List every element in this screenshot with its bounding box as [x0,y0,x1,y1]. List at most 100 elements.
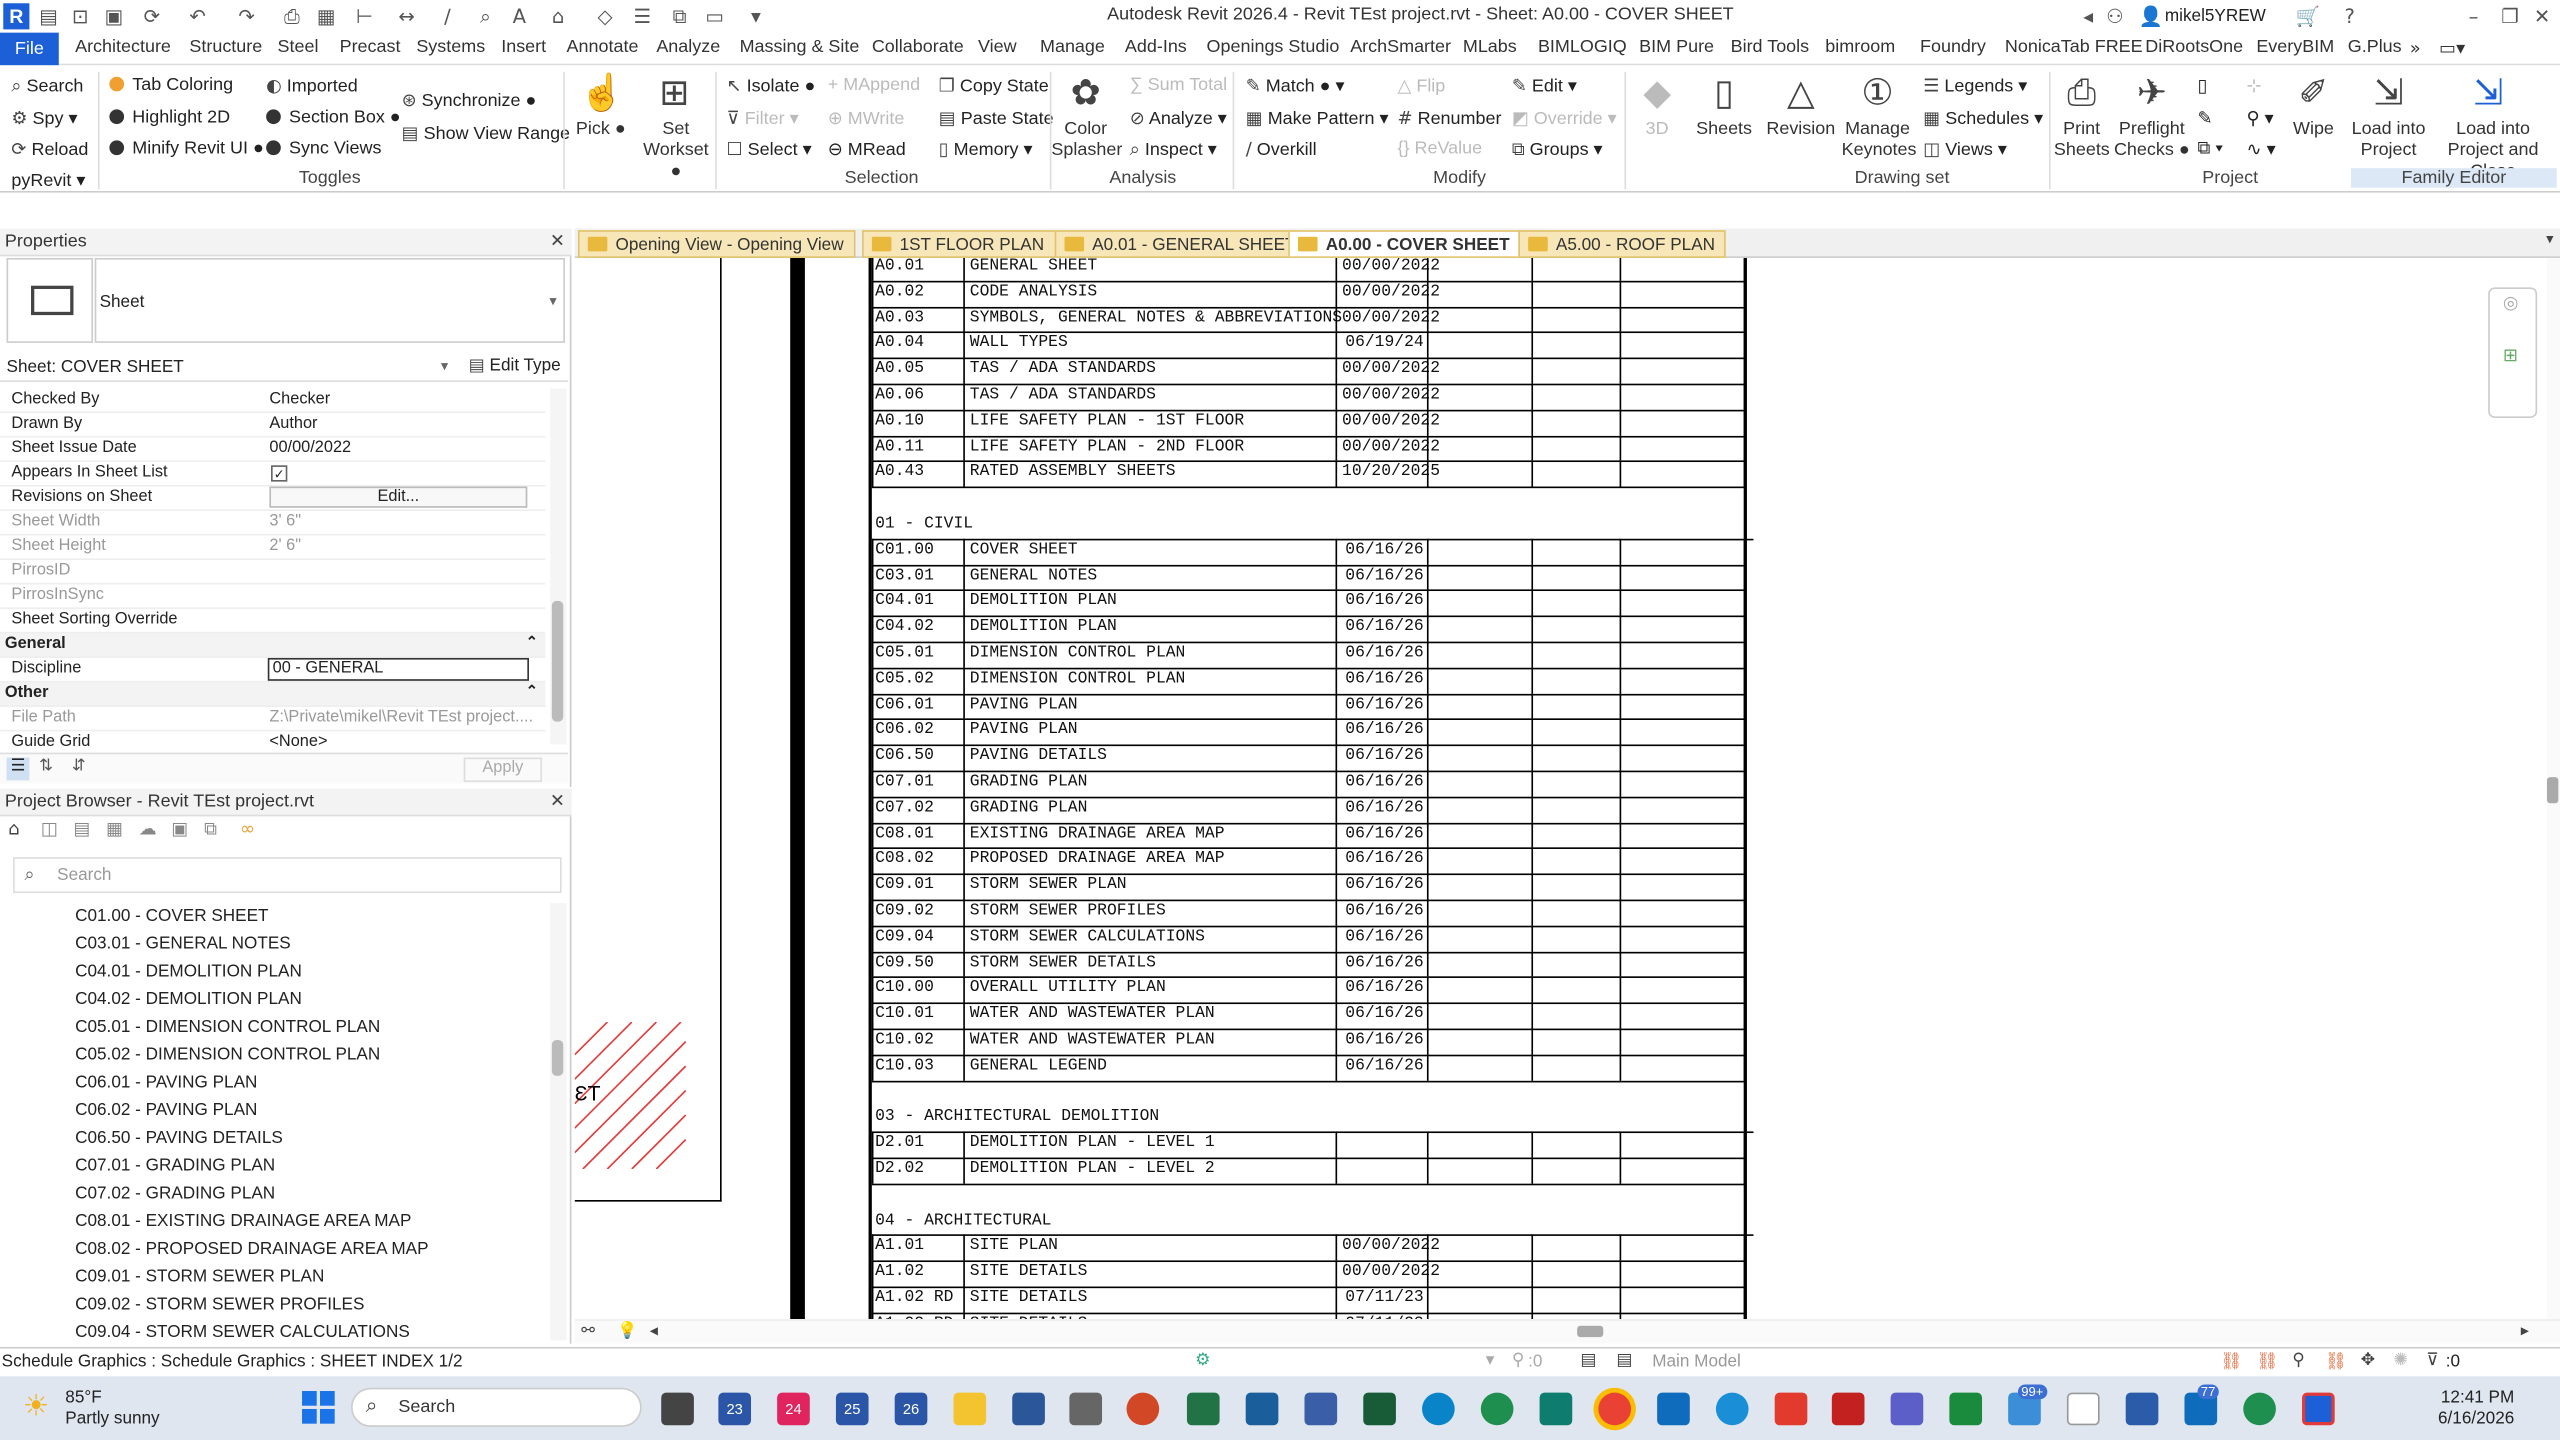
file-explorer-icon[interactable] [953,1392,987,1426]
customize-qat-icon[interactable]: ▾ [751,5,761,28]
browser-sheet-item[interactable]: C09.02 - STORM SEWER PROFILES [75,1295,364,1315]
preflight-checks-button[interactable]: Preflight Checks ● [2113,119,2191,161]
tab-steel[interactable]: Steel [278,38,319,58]
color-splasher-icon[interactable]: ✿ [1063,72,1109,114]
tab-massing-site[interactable]: Massing & Site [740,38,860,58]
left-arrow-icon[interactable]: ◂ [2083,5,2093,28]
start-icon[interactable] [302,1391,335,1424]
app-icon[interactable] [1774,1392,1808,1426]
property-row[interactable]: Drawn By Author [0,413,546,438]
tab-file[interactable]: File [0,32,59,66]
table-row[interactable]: C05.01 DIMENSION CONTROL PLAN 06/16/26 [871,641,1746,670]
sum-total-button[interactable]: ∑ Sum Total [1130,75,1227,95]
small-tool-2-icon[interactable]: ✎ [2198,108,2213,129]
tab-nonicatab[interactable]: NonicaTab FREE [2005,38,2143,58]
mread-button[interactable]: ⊖ MRead [828,139,906,160]
app-icon[interactable] [1831,1392,1865,1426]
color-splasher-button[interactable]: Color Splasher [1051,119,1122,161]
worksets-icon[interactable]: ▤ [1580,1350,1596,1370]
view-cube-icon[interactable]: ◇ [598,5,613,28]
browser-sheet-item[interactable]: C06.02 - PAVING PLAN [75,1100,257,1120]
taskbar-search[interactable]: ⌕ Search [351,1387,642,1427]
measure-icon[interactable]: ⊢ [356,5,373,28]
section-box-toggle[interactable]: Section Box ● [266,108,401,127]
tab-insert[interactable]: Insert [501,38,546,58]
close-icon[interactable]: ✕ [550,230,565,251]
wipe-icon[interactable]: ✐ [2292,72,2334,114]
keynotes-icon[interactable]: ① [1856,72,1898,114]
excel-icon[interactable] [1186,1392,1220,1426]
canvas-v-scrollbar[interactable] [2546,257,2560,1320]
browser-search[interactable]: ⌕ Search [13,857,562,894]
collapse-icon[interactable]: ⌃ [526,682,538,700]
tab-openings-studio[interactable]: Openings Studio [1207,38,1340,58]
tab-precast[interactable]: Precast [340,38,401,58]
browser-sheet-item[interactable]: C05.01 - DIMENSION CONTROL PLAN [75,1017,380,1037]
pdf-icon[interactable]: ▦ [317,5,336,28]
table-row[interactable]: A0.02 CODE ANALYSIS 00/00/2022 [871,280,1746,308]
tab-annotate[interactable]: Annotate [567,38,639,58]
help-icon[interactable]: ? [2344,5,2354,28]
app-icon[interactable] [2243,1392,2276,1426]
browser-scrollbar[interactable] [550,902,567,1341]
override-button[interactable]: ◩ Override ▾ [1512,108,1617,129]
load-into-project-button[interactable]: Load into Project [2348,119,2430,161]
table-row[interactable]: C04.01 DEMOLITION PLAN 06/16/26 [871,590,1746,618]
property-row[interactable]: PirrosInSync [0,584,546,609]
canvas-h-scrollbar[interactable]: ⚯ 💡 ◂ ▸ [574,1319,2560,1344]
property-value[interactable]: <None> [269,733,327,751]
app-icon[interactable] [1539,1392,1573,1426]
instance-filter[interactable]: Sheet: COVER SHEET ▾ ▤ Edit Type [0,353,569,383]
clock-date[interactable]: 6/16/2026 [2426,1409,2514,1429]
tab-bimlogiq[interactable]: BIMLOGIQ [1538,38,1627,58]
browser-sheet-item[interactable]: C09.04 - STORM SEWER CALCULATIONS [75,1322,410,1342]
table-row[interactable]: C10.03 GENERAL LEGEND 06/16/26 [871,1054,1746,1082]
right-arrow-icon[interactable]: ▸ [2521,1322,2529,1340]
tab-foundry[interactable]: Foundry [1920,38,1986,58]
properties-scrollbar[interactable] [550,388,567,745]
mappend-button[interactable]: + MAppend [828,75,920,95]
table-row[interactable]: C10.00 OVERALL UTILITY PLAN 06/16/26 [871,976,1746,1005]
browser-sheet-item[interactable]: C09.01 - STORM SEWER PLAN [75,1267,324,1287]
property-row[interactable]: Checked By Checker [0,389,546,414]
calendar-app-icon[interactable]: 26 [894,1392,928,1426]
analyze-button[interactable]: ⊘ Analyze ▾ [1130,108,1227,129]
appears-in-sheet-list-checkbox[interactable]: ✓ [271,465,288,482]
weather-temp[interactable]: 85°F [65,1388,101,1408]
tab-mlabs[interactable]: MLabs [1463,38,1517,58]
table-row[interactable]: A0.03 SYMBOLS, GENERAL NOTES & ABBREVIATI… [871,306,1746,334]
search-button[interactable]: ⌕ Search [11,75,83,98]
tab-add-ins[interactable]: Add-Ins [1125,38,1187,58]
small-tool-5-icon[interactable]: ⚲ ▾ [2247,108,2274,129]
close-icon[interactable]: ✕ [2534,5,2550,28]
property-value[interactable]: 00 - GENERAL [267,657,529,681]
flip-button[interactable]: △ Flip [1398,75,1446,97]
browser-sheet-item[interactable]: C06.50 - PAVING DETAILS [75,1128,283,1148]
sort-az-icon[interactable]: ⇅ [39,758,53,776]
mwrite-button[interactable]: ⊕ MWrite [828,108,905,129]
table-row[interactable]: C04.02 DEMOLITION PLAN 06/16/26 [871,615,1746,644]
tab-manage[interactable]: Manage [1040,38,1105,58]
calendar-app-icon[interactable]: 25 [835,1392,869,1426]
browser-sheet-item[interactable]: C04.02 - DEMOLITION PLAN [75,989,302,1009]
design-options-icon[interactable]: ⚙ [1195,1350,1210,1370]
property-row[interactable]: File Path Z:\Private\mikel\Revit TEst pro… [0,707,546,732]
synchronize-button[interactable]: ⊛ Synchronize ● [402,90,537,111]
browser-sheet-item[interactable]: C07.02 - GRADING PLAN [75,1184,275,1204]
tab-dirootsone[interactable]: DiRootsOne [2145,38,2243,58]
wheel-icon[interactable]: ◎ [2503,292,2519,313]
renumber-button[interactable]: # Renumber [1398,108,1502,129]
minimize-icon[interactable]: – [2469,5,2479,28]
user-name[interactable]: mikel5YREW [2165,7,2266,27]
schedules-button[interactable]: ▦ Schedules ▾ [1923,108,2043,129]
redo-icon[interactable]: ↷ [238,5,254,28]
chevron-down-icon[interactable]: ▾ [1486,1350,1495,1370]
table-row[interactable]: C09.04 STORM SEWER CALCULATIONS 06/16/26 [871,925,1746,953]
table-row[interactable]: C06.01 PAVING PLAN 06/16/26 [871,693,1746,721]
property-row[interactable]: Discipline 00 - GENERAL [0,657,546,683]
3d-button[interactable]: 3D [1633,119,1682,139]
open-icon[interactable]: ▤ [39,5,58,28]
tag-icon[interactable]: ⌕ [480,5,491,29]
edge-icon[interactable] [1480,1392,1514,1426]
tab-everybim[interactable]: EveryBIM [2256,38,2334,58]
